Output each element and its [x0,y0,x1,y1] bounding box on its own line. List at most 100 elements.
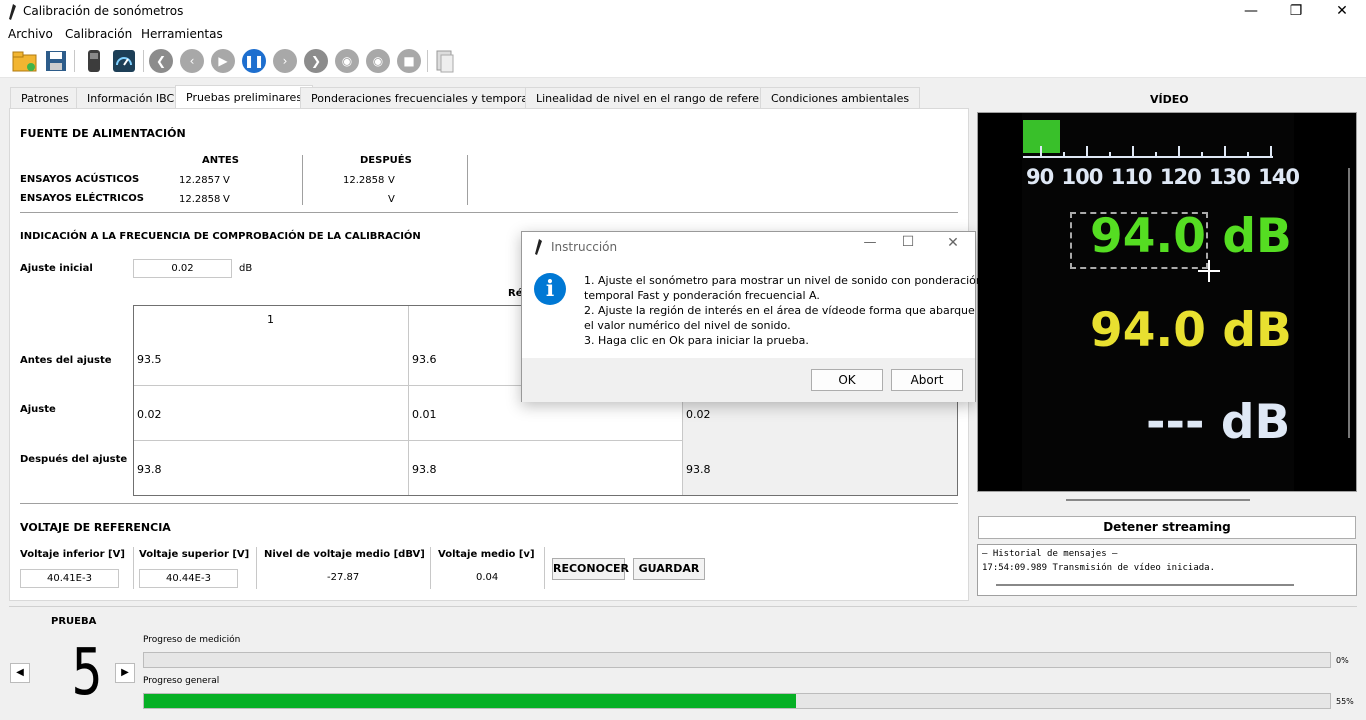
minimize-button[interactable]: — [1228,0,1274,24]
cell-after-1[interactable]: 93.8 [137,463,162,476]
row-before-label: Antes del ajuste [20,355,112,366]
menu-archivo[interactable]: Archivo [8,27,53,41]
record-all-icon[interactable]: ◉ [366,49,390,73]
tab-linealidad[interactable]: Linealidad de nivel en el rango de refer… [525,87,793,109]
report-icon[interactable] [433,49,457,73]
cell-adjust-3[interactable]: 0.02 [686,408,711,421]
tab-ponderaciones[interactable]: Ponderaciones frecuenciales y temporales [300,87,555,109]
cell-after-2[interactable]: 93.8 [412,463,437,476]
last-icon[interactable]: ❯ [304,49,328,73]
test-title: PRUEBA [51,616,97,627]
instruction-dialog: Instrucción — ☐ ✕ i 1. Ajuste el sonómet… [521,231,983,402]
message-history[interactable]: — Historial de mensajes — 17:54:09.989 T… [977,544,1357,596]
app-icon [9,4,16,20]
maximize-button[interactable]: ❐ [1273,0,1319,24]
history-line: 17:54:09.989 Transmisión de vídeo inicia… [982,563,1215,573]
electric-after-unit: V [388,194,395,205]
scale-labels: 90 100 110 120 130 140 [1026,165,1300,189]
save-button[interactable]: GUARDAR [633,558,705,580]
acoustic-after-unit: V [388,175,395,186]
history-hscroll[interactable] [996,584,1294,586]
video-frame[interactable]: 90 100 110 120 130 140 94.0 dB 94.0 dB -… [977,112,1357,492]
stop-streaming-button[interactable]: Detener streaming [978,516,1356,539]
col-after-header: DESPUÉS [360,155,412,166]
save-icon[interactable] [45,50,67,72]
record-icon[interactable]: ◉ [335,49,359,73]
reading-third: --- dB [1146,395,1291,450]
overall-progress-pct: 55% [1336,697,1354,706]
column-header: 1 [267,313,274,326]
measure-progress-label: Progreso de medición [143,635,241,645]
next-icon[interactable]: › [273,49,297,73]
video-hscroll[interactable] [1066,499,1250,501]
reading-secondary: 94.0 dB [1090,303,1292,358]
menu-calibracion[interactable]: Calibración [65,27,132,41]
info-icon: i [534,273,566,305]
upper-voltage-label: Voltaje superior [V] [139,549,250,560]
cell-adjust-2[interactable]: 0.01 [412,408,437,421]
stop-icon[interactable]: ■ [397,49,421,73]
cell-after-3[interactable]: 93.8 [686,463,711,476]
lower-voltage-label: Voltaje inferior [V] [20,549,125,560]
menu-herramientas[interactable]: Herramientas [141,27,223,41]
acoustic-before: 12.2857 [179,175,221,186]
pause-icon[interactable]: ❚❚ [242,49,266,73]
video-vscroll[interactable] [1348,168,1350,438]
history-header: — Historial de mensajes — [982,549,1118,559]
prev-icon[interactable]: ‹ [180,49,204,73]
calib-title: INDICACIÓN A LA FRECUENCIA DE COMPROBACI… [20,231,421,242]
power-title: FUENTE DE ALIMENTACIÓN [20,127,186,140]
lower-voltage-input[interactable]: 40.41E-3 [20,569,119,588]
crosshair-icon [1198,260,1220,282]
mean-dbv-value: -27.87 [327,572,360,583]
title-bar: Calibración de sonómetros — ❐ ✕ [0,0,1366,24]
tab-pruebas-preliminares[interactable]: Pruebas preliminares [175,85,314,109]
sound-meter-icon[interactable] [84,49,104,73]
dialog-minimize-button[interactable]: — [855,235,885,250]
cell-before-1[interactable]: 93.5 [137,353,162,366]
next-test-button[interactable]: ▶ [115,663,135,683]
upper-voltage-input[interactable]: 40.44E-3 [139,569,238,588]
ok-button[interactable]: OK [811,369,883,391]
cell-adjust-1[interactable]: 0.02 [137,408,162,421]
row-adjust-label: Ajuste [20,404,56,415]
first-icon[interactable]: ❮ [149,49,173,73]
electric-before: 12.2858 [179,194,221,205]
measure-progress-pct: 0% [1336,656,1349,665]
acoustic-before-unit: V [223,175,230,186]
menu-bar: Archivo Calibración Herramientas [0,24,1366,44]
mean-dbv-label: Nivel de voltaje medio [dBV] [264,549,425,560]
dialog-app-icon [535,239,542,255]
recognize-button[interactable]: RECONOCER [552,558,629,580]
toolbar [0,44,1366,78]
electric-label: ENSAYOS ELÉCTRICOS [20,193,144,204]
prev-test-button[interactable]: ◀ [10,663,30,683]
dialog-message: 1. Ajuste el sonómetro para mostrar un n… [584,274,983,347]
mean-v-value: 0.04 [476,572,499,583]
test-number: 5 [71,636,103,710]
acoustic-after: 12.2858 [343,175,385,186]
cell-before-2[interactable]: 93.6 [412,353,437,366]
acoustic-label: ENSAYOS ACÚSTICOS [20,174,140,185]
open-folder-icon[interactable] [12,49,38,73]
video-title: VÍDEO [1150,93,1189,106]
scale-ticks [1040,146,1272,158]
close-button[interactable]: ✕ [1319,0,1365,24]
tab-patrones[interactable]: Patrones [10,87,80,109]
dialog-title: Instrucción [551,240,618,254]
tab-condiciones[interactable]: Condiciones ambientales [760,87,921,109]
play-icon[interactable]: ▶ [211,49,235,73]
overall-progress-fill [144,694,797,708]
mean-v-label: Voltaje medio [v] [438,549,535,560]
measure-progress-bar [143,652,1331,668]
abort-button[interactable]: Abort [891,369,963,391]
overall-progress-bar [143,693,1331,709]
dialog-close-button[interactable]: ✕ [938,235,968,251]
window-title: Calibración de sonómetros [23,4,184,18]
initial-adjust-input[interactable]: 0.02 [133,259,232,278]
tab-informacion-ibc[interactable]: Información IBC [76,87,186,109]
overall-progress-label: Progreso general [143,676,220,686]
dialog-maximize-button[interactable]: ☐ [893,234,923,250]
voltage-title: VOLTAJE DE REFERENCIA [20,521,171,534]
gauge-icon[interactable] [112,49,136,73]
